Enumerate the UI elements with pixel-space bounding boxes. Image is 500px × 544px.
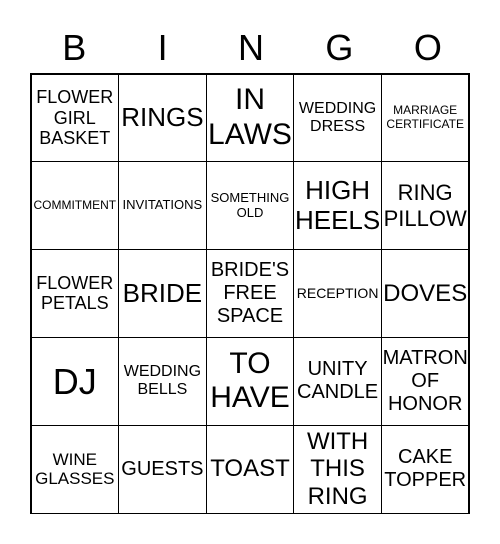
bingo-cell[interactable]: CAKE TOPPER <box>380 424 470 514</box>
bingo-cell[interactable]: WEDDING DRESS <box>293 73 382 163</box>
bingo-cell[interactable]: WINE GLASSES <box>30 424 120 514</box>
bingo-cell[interactable]: BRIDE <box>118 249 207 338</box>
bingo-cell[interactable]: BRIDE'S FREE SPACE <box>205 249 295 338</box>
bingo-cell[interactable]: FLOWER GIRL BASKET <box>30 73 120 163</box>
bingo-cell[interactable]: RING PILLOW <box>380 161 470 251</box>
bingo-cell[interactable]: FLOWER PETALS <box>30 249 120 338</box>
bingo-cell[interactable]: RECEPTION <box>293 249 382 338</box>
bingo-cell[interactable]: DJ <box>30 336 120 426</box>
bingo-cell[interactable]: WITH THIS RING <box>293 424 382 514</box>
bingo-cell[interactable]: MATRON OF HONOR <box>380 336 470 426</box>
bingo-cell[interactable]: COMMITMENT <box>30 161 120 251</box>
header-letter-i: I <box>157 27 168 68</box>
bingo-cell[interactable]: TOAST <box>205 424 295 514</box>
bingo-cell[interactable]: DOVES <box>380 249 470 338</box>
bingo-cell[interactable]: SOMETHING OLD <box>205 161 295 251</box>
header-letter-g: G <box>325 27 354 68</box>
bingo-cell[interactable]: HIGH HEELS <box>293 161 382 251</box>
bingo-grid: FLOWER GIRL BASKET RINGS IN LAWS WEDDING DR… <box>30 73 470 514</box>
bingo-cell[interactable]: RINGS <box>118 73 207 163</box>
bingo-header: B I N G O <box>30 28 472 68</box>
bingo-cell[interactable]: UNITY CANDLE <box>293 336 382 426</box>
header-letter-b: B <box>62 27 87 68</box>
bingo-cell[interactable]: GUESTS <box>118 424 207 514</box>
bingo-cell[interactable]: WEDDING BELLS <box>118 336 207 426</box>
header-letter-n: N <box>238 27 265 68</box>
bingo-cell[interactable]: IN LAWS <box>205 73 295 163</box>
header-letter-o: O <box>413 27 442 68</box>
bingo-cell[interactable]: INVITATIONS <box>118 161 207 251</box>
bingo-cell[interactable]: TO HAVE <box>205 336 295 426</box>
bingo-cell[interactable]: MARRIAGE CERTIFICATE <box>380 73 470 163</box>
